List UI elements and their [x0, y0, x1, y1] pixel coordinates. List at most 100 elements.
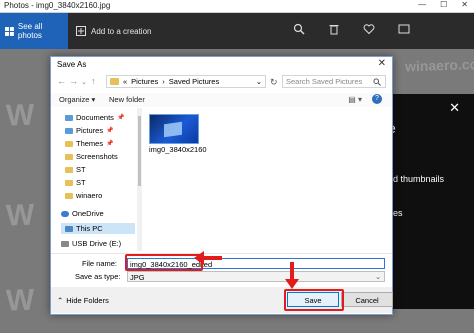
- favorite-heart-icon[interactable]: [363, 23, 375, 38]
- nav-item-label: Documents: [76, 113, 114, 122]
- nav-item-label: USB Drive (E:): [72, 239, 122, 248]
- hide-folders-label: Hide Folders: [66, 296, 109, 305]
- watermark: W: [5, 283, 35, 318]
- nav-item-label: OneDrive: [72, 209, 104, 218]
- back-arrow-icon[interactable]: ←: [57, 76, 66, 86]
- window-controls: — ☐ ✕: [418, 0, 468, 9]
- edit-icon[interactable]: [398, 23, 410, 38]
- maximize-button[interactable]: ☐: [440, 0, 447, 9]
- photos-grid-icon: [5, 26, 14, 36]
- save-as-type-value: JPG: [130, 273, 145, 282]
- pictures-icon: [65, 127, 73, 134]
- file-name-label: File name:: [82, 259, 118, 268]
- folder-icon: [65, 153, 73, 160]
- folder-icon: [65, 179, 73, 186]
- photos-toolbar: See all photos Add to a creation: [0, 13, 474, 49]
- hide-folders-toggle[interactable]: ⌃ Hide Folders: [57, 296, 109, 305]
- file-name-highlight: [125, 254, 203, 271]
- folder-icon: [65, 140, 73, 147]
- pin-icon: 📌: [106, 141, 114, 147]
- folder-icon: [65, 166, 73, 173]
- nav-item-label: This PC: [76, 224, 103, 233]
- red-arrow-down: [290, 262, 294, 280]
- recent-locations-icon[interactable]: ⌄: [81, 78, 87, 86]
- add-to-creation-button[interactable]: Add to a creation: [76, 13, 151, 49]
- nav-item-label: Themes: [76, 139, 104, 148]
- usb-drive-icon: [61, 240, 69, 247]
- nav-item-winaero[interactable]: winaero: [65, 190, 102, 201]
- path-prefix: «: [123, 77, 128, 86]
- windows-logo-icon: [164, 121, 182, 138]
- nav-item-label: Screenshots: [76, 152, 118, 161]
- command-bar: Organize ▾ New folder ▤ ▾ ?: [51, 93, 392, 107]
- forward-arrow-icon[interactable]: →: [69, 76, 78, 86]
- add-to-creation-label: Add to a creation: [91, 26, 152, 36]
- organize-button[interactable]: Organize ▾: [59, 95, 95, 104]
- save-button-highlight: [284, 289, 344, 311]
- help-icon[interactable]: ?: [372, 94, 382, 104]
- see-all-photos-label: See all photos: [17, 22, 43, 40]
- minimize-button[interactable]: —: [418, 0, 426, 9]
- refresh-icon[interactable]: ↻: [270, 77, 278, 88]
- nav-item-screenshots[interactable]: Screenshots: [65, 151, 118, 162]
- nav-item-label: winaero: [76, 191, 103, 200]
- pin-icon: 📌: [116, 115, 125, 121]
- photos-titlebar: Photos - img0_3840x2160.jpg — ☐ ✕: [0, 0, 474, 13]
- delete-icon[interactable]: [328, 23, 340, 38]
- nav-item-onedrive[interactable]: OneDrive: [61, 208, 104, 219]
- watermark: W: [5, 198, 35, 233]
- nav-item-this-pc[interactable]: This PC: [61, 223, 135, 234]
- breadcrumb-saved-pictures[interactable]: Saved Pictures: [169, 77, 219, 86]
- nav-item-pictures[interactable]: Pictures 📌: [65, 125, 114, 136]
- nav-item-documents[interactable]: Documents 📌: [65, 112, 124, 123]
- watermark-text: winaero.com: [404, 55, 474, 75]
- onedrive-cloud-icon: [61, 210, 69, 217]
- nav-item-label: ST: [76, 178, 86, 187]
- file-item-label: img0_3840x2160: [149, 145, 207, 154]
- save-as-type-select[interactable]: JPG ⌄: [127, 271, 385, 282]
- info-pane-close-icon[interactable]: ✕: [449, 100, 460, 116]
- photos-window-title: Photos - img0_3840x2160.jpg: [4, 1, 111, 10]
- watermark: W: [5, 98, 35, 133]
- up-arrow-icon[interactable]: ↑: [91, 76, 96, 86]
- nav-item-themes[interactable]: Themes 📌: [65, 138, 114, 149]
- save-as-type-label: Save as type:: [75, 272, 121, 281]
- save-as-dialog: Save As ✕ ← → ⌄ ↑ « Pictures › Saved Pic…: [50, 56, 393, 315]
- search-icon: [373, 77, 381, 86]
- search-input[interactable]: Search Saved Pictures: [282, 75, 386, 88]
- breadcrumb-separator: ›: [162, 77, 165, 86]
- close-window-button[interactable]: ✕: [461, 0, 468, 9]
- red-arrow-down-head: [285, 279, 299, 289]
- folder-icon: [65, 192, 73, 199]
- navigation-pane: Documents 📌 Pictures 📌 Themes 📌 Screensh…: [59, 108, 142, 251]
- address-bar[interactable]: « Pictures › Saved Pictures ⌄: [106, 75, 266, 88]
- image-thumbnail: [149, 114, 199, 144]
- nav-item-label: ST: [76, 165, 86, 174]
- add-creation-icon: [76, 26, 86, 36]
- breadcrumb-pictures[interactable]: Pictures: [131, 77, 158, 86]
- nav-item-st[interactable]: ST: [65, 177, 86, 188]
- cancel-button[interactable]: Cancel: [341, 292, 393, 307]
- chevron-up-icon: ⌃: [57, 296, 64, 305]
- search-placeholder: Search Saved Pictures: [286, 77, 363, 86]
- pin-icon: 📌: [106, 128, 114, 134]
- address-row: ← → ⌄ ↑ « Pictures › Saved Pictures ⌄ ↻ …: [51, 73, 392, 91]
- info-pane-line: nd thumbnails: [388, 174, 445, 184]
- dialog-titlebar: Save As ✕: [51, 57, 392, 72]
- dialog-close-button[interactable]: ✕: [378, 58, 386, 69]
- nav-item-usb-drive[interactable]: USB Drive (E:): [61, 238, 121, 249]
- dialog-title: Save As: [57, 60, 87, 69]
- file-list: img0_3840x2160: [141, 108, 386, 251]
- info-pane: ✕ e nd thumbnails ges: [388, 94, 474, 309]
- documents-icon: [65, 114, 73, 121]
- see-all-photos-button[interactable]: See all photos: [0, 13, 68, 49]
- nav-item-label: Pictures: [76, 126, 104, 135]
- view-options-icon[interactable]: ▤ ▾: [348, 95, 362, 104]
- red-arrow-left-head: [194, 251, 204, 265]
- nav-item-st[interactable]: ST: [65, 164, 86, 175]
- chevron-down-icon: ⌄: [375, 274, 381, 281]
- address-dropdown-icon[interactable]: ⌄: [256, 77, 262, 86]
- folder-icon: [110, 78, 119, 85]
- new-folder-button[interactable]: New folder: [109, 95, 145, 104]
- zoom-icon[interactable]: [293, 23, 305, 38]
